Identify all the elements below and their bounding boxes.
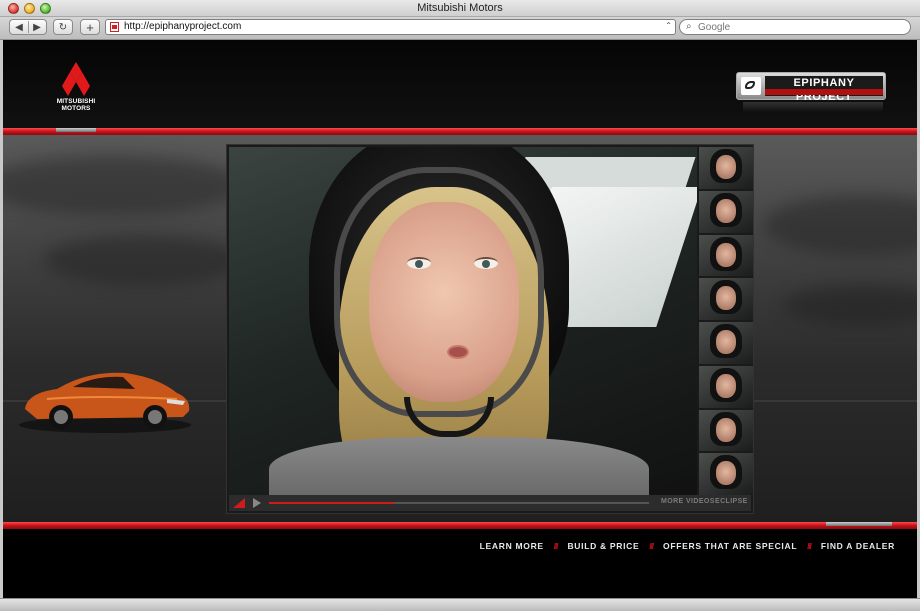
thumbnail-face bbox=[716, 198, 736, 223]
thumbnail-face bbox=[716, 242, 736, 267]
video-thumbnail[interactable] bbox=[699, 190, 753, 233]
back-forward-buttons: ◀ ▶ bbox=[9, 19, 47, 35]
epiphany-logo-icon bbox=[741, 77, 761, 95]
title-bar: Mitsubishi Motors bbox=[0, 0, 920, 17]
web-page: MITSUBISHI MOTORS EPIPHANY PROJECT MORE … bbox=[3, 40, 917, 598]
cloud-shape bbox=[783, 285, 917, 325]
thumbnail-face bbox=[716, 373, 736, 398]
epiphany-badge-stripe bbox=[765, 89, 883, 95]
footer-navigation: LEARN MORE /// BUILD & PRICE /// OFFERS THAT… bbox=[3, 529, 917, 598]
video-thumbnail[interactable] bbox=[699, 278, 753, 320]
footer-tab-indicator bbox=[826, 522, 892, 526]
address-bar[interactable]: http://epiphanyproject.com ⌃ bbox=[105, 19, 676, 35]
bottom-red-stripe bbox=[3, 522, 917, 529]
badge-reflection bbox=[743, 102, 883, 112]
nav-list: LEARN MORE /// BUILD & PRICE /// OFFERS THAT… bbox=[480, 541, 895, 551]
thumbnail-face bbox=[716, 155, 736, 179]
video-thumbnail[interactable] bbox=[699, 409, 753, 452]
nav-separator: /// bbox=[553, 541, 559, 551]
video-thumbnail-list bbox=[699, 147, 753, 495]
player-controls: MORE VIDEOS ECLIPSE bbox=[229, 495, 751, 511]
play-icon[interactable] bbox=[253, 498, 261, 508]
left-eye bbox=[407, 257, 431, 269]
progress-fill bbox=[269, 502, 395, 504]
orange-car-image bbox=[19, 372, 191, 433]
search-field[interactable]: ⌕ bbox=[679, 19, 911, 35]
right-eye bbox=[474, 257, 498, 269]
nav-separator: /// bbox=[807, 541, 812, 551]
video-thumbnail[interactable] bbox=[699, 365, 753, 408]
nav-separator: /// bbox=[649, 541, 654, 551]
thumbnail-face bbox=[716, 417, 736, 442]
nav-link[interactable]: LEARN MORE bbox=[480, 541, 544, 551]
nav-link[interactable]: OFFERS THAT ARE SPECIAL bbox=[663, 541, 797, 551]
forward-button[interactable]: ▶ bbox=[28, 22, 46, 33]
epiphany-project-badge[interactable]: EPIPHANY PROJECT bbox=[736, 72, 886, 103]
site-header: MITSUBISHI MOTORS EPIPHANY PROJECT bbox=[3, 40, 917, 130]
nav-link[interactable]: FIND A DEALER bbox=[821, 541, 895, 551]
mitsubishi-logo[interactable]: MITSUBISHI MOTORS bbox=[53, 62, 99, 112]
video-player: MORE VIDEOS ECLIPSE bbox=[226, 144, 754, 514]
mouth bbox=[447, 345, 469, 359]
video-thumbnail[interactable] bbox=[699, 234, 753, 277]
cloud-shape bbox=[3, 155, 243, 215]
video-thumbnail[interactable] bbox=[699, 453, 753, 495]
header-tab-indicator bbox=[56, 128, 96, 132]
add-bookmark-button[interactable]: + bbox=[80, 19, 100, 35]
back-button[interactable]: ◀ bbox=[10, 22, 28, 33]
eclipse-link[interactable]: ECLIPSE bbox=[715, 498, 748, 505]
three-diamonds-icon bbox=[62, 62, 90, 96]
favicon-icon bbox=[110, 22, 119, 32]
thumbnail-face bbox=[716, 461, 736, 486]
cloud-shape bbox=[763, 195, 917, 255]
search-input[interactable] bbox=[698, 21, 898, 33]
window-title: Mitsubishi Motors bbox=[417, 2, 503, 14]
address-dropdown-icon[interactable]: ⌃ bbox=[665, 21, 672, 30]
divider bbox=[28, 21, 29, 33]
url-text: http://epiphanyproject.com bbox=[124, 21, 242, 32]
cloud-shape bbox=[43, 235, 243, 285]
helmet-rim bbox=[334, 167, 544, 417]
browser-toolbar: ◀ ▶ ↻ + http://epiphanyproject.com ⌃ ⌕ bbox=[0, 17, 920, 40]
reload-button[interactable]: ↻ bbox=[53, 19, 73, 35]
logo-text-brand: MITSUBISHI bbox=[56, 98, 96, 105]
logo-text-motors: MOTORS bbox=[61, 105, 91, 112]
top-red-stripe bbox=[3, 128, 917, 135]
video-thumbnail[interactable] bbox=[699, 322, 753, 364]
progress-track[interactable] bbox=[269, 502, 649, 504]
nav-link[interactable]: BUILD & PRICE bbox=[567, 541, 639, 551]
thumbnail-face bbox=[716, 330, 736, 354]
shirt bbox=[269, 437, 649, 495]
browser-window: Mitsubishi Motors ◀ ▶ ↻ + http://epiphan… bbox=[0, 0, 920, 611]
thumbnail-face bbox=[716, 286, 736, 311]
video-thumbnail[interactable] bbox=[699, 147, 753, 189]
volume-icon[interactable] bbox=[233, 498, 245, 508]
search-icon[interactable]: ⌕ bbox=[686, 21, 692, 32]
more-videos-link[interactable]: MORE VIDEOS bbox=[661, 498, 715, 505]
window-bottom-bar bbox=[0, 598, 920, 611]
video-frame[interactable] bbox=[229, 147, 697, 495]
